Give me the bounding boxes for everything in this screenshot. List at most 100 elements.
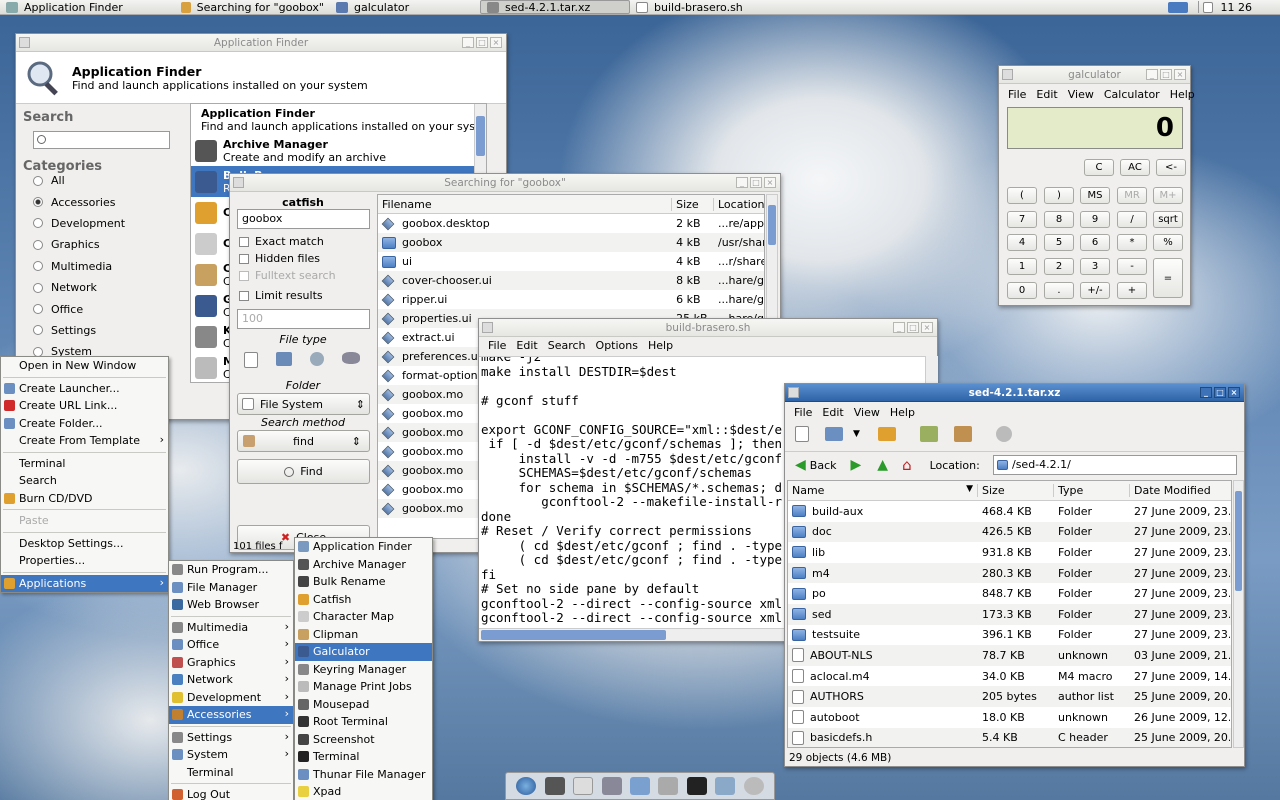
radio-button[interactable] (33, 197, 43, 208)
search-input[interactable]: goobox (237, 209, 370, 229)
menu-item[interactable]: Multimedia › (169, 619, 293, 637)
menu-item[interactable]: Keyring Manager (295, 661, 432, 679)
menu-edit[interactable]: Edit (1031, 88, 1062, 101)
document-icon[interactable] (244, 352, 258, 368)
minimize-button[interactable]: _ (462, 37, 474, 48)
chevron-down-icon[interactable]: ▼ (853, 429, 860, 439)
menu-item[interactable]: Bulk Rename (295, 573, 432, 591)
table-row[interactable]: doc 426.5 KB Folder 27 June 2009, 23... (788, 521, 1231, 543)
menu-help[interactable]: Help (643, 339, 678, 352)
location-input[interactable]: /sed-4.2.1/ (993, 455, 1237, 475)
table-row[interactable]: ripper.ui6 kB...hare/gc (378, 290, 764, 309)
calc-button[interactable]: 8 (1044, 211, 1074, 228)
calc-button[interactable]: - (1117, 258, 1147, 275)
category-item[interactable]: All (33, 170, 183, 191)
calc-button[interactable]: +/- (1080, 282, 1110, 299)
logout-icon[interactable] (743, 777, 764, 795)
menu-view[interactable]: View (1063, 88, 1099, 101)
radio-button[interactable] (33, 325, 43, 336)
method-combo[interactable]: find ⇕ (237, 430, 370, 452)
up-arrow-icon[interactable]: ▲ (877, 457, 888, 473)
menu-item[interactable]: Open in New Window (1, 357, 168, 375)
calc-button[interactable]: + (1117, 282, 1147, 299)
menu-item[interactable]: Screenshot (295, 731, 432, 749)
close-button[interactable]: × (490, 37, 502, 48)
menu-item[interactable]: Character Map (295, 608, 432, 626)
category-item[interactable]: Development (33, 213, 183, 234)
menu-calculator[interactable]: Calculator (1099, 88, 1165, 101)
menu-item[interactable]: Root Terminal (295, 713, 432, 731)
window-menu-icon[interactable] (1002, 69, 1013, 80)
task-thunar[interactable]: sed-4.2.1.tar.xz (480, 0, 630, 14)
menu-item[interactable]: Thunar File Manager (295, 766, 432, 784)
close-button[interactable]: × (1228, 387, 1240, 398)
calc-button[interactable]: 0 (1007, 282, 1037, 299)
file-scrollbar[interactable] (1233, 480, 1244, 748)
calc-button-equals[interactable]: = (1153, 258, 1183, 298)
menu-item[interactable]: Web Browser (169, 596, 293, 614)
table-row[interactable]: testsuite 396.1 KB Folder 27 June 2009, 23.… (788, 624, 1231, 646)
menu-item[interactable]: Mousepad (295, 696, 432, 714)
col-size[interactable]: Size (672, 197, 714, 211)
table-row[interactable]: sed 173.3 KB Folder 27 June 2009, 23... (788, 603, 1231, 625)
table-row[interactable]: basicdefs.h 5.4 KB C header 25 June 2009, 2… (788, 727, 1231, 747)
calc-button[interactable]: 4 (1007, 234, 1037, 251)
calc-button[interactable]: C (1084, 159, 1114, 176)
table-row[interactable]: cover-chooser.ui8 kB...hare/gc (378, 271, 764, 290)
table-row[interactable]: build-aux 468.4 KB Folder 27 June 2009, 23.… (788, 501, 1231, 522)
menu-help[interactable]: Help (1165, 88, 1200, 101)
menu-item[interactable]: Burn CD/DVD (1, 490, 168, 508)
home-icon[interactable]: ⌂ (902, 456, 912, 474)
menu-item[interactable]: Clipman (295, 626, 432, 644)
calc-button[interactable]: % (1153, 234, 1183, 251)
calc-button[interactable]: 1 (1007, 258, 1037, 275)
menu-item[interactable]: System › (169, 746, 293, 764)
category-item[interactable]: Office (33, 298, 183, 319)
calc-button[interactable]: * (1117, 234, 1147, 251)
calc-button[interactable]: 2 (1044, 258, 1074, 275)
close-button[interactable]: × (1174, 69, 1186, 80)
minimize-button[interactable]: _ (1146, 69, 1158, 80)
calc-button[interactable]: ( (1007, 187, 1037, 204)
maximize-button[interactable]: □ (907, 322, 919, 333)
menu-item[interactable]: File Manager (169, 579, 293, 597)
category-item[interactable]: Settings (33, 320, 183, 341)
radio-button[interactable] (33, 175, 43, 186)
maximize-button[interactable]: □ (1214, 387, 1226, 398)
limit-spinner[interactable]: 100 (237, 309, 370, 329)
settings-icon[interactable] (715, 777, 736, 795)
menu-item[interactable]: Create From Template › (1, 432, 168, 450)
open-icon[interactable] (825, 427, 843, 441)
menu-item[interactable]: Network › (169, 671, 293, 689)
back-button[interactable]: Back (810, 459, 837, 472)
menu-item[interactable]: Create Folder... (1, 415, 168, 433)
menu-item[interactable]: Development › (169, 689, 293, 707)
table-row[interactable]: AUTHORS 205 bytes author list 25 June 2009,… (788, 686, 1231, 707)
search-input[interactable] (33, 131, 170, 149)
menu-item[interactable]: Paste (1, 512, 168, 530)
radio-button[interactable] (33, 239, 43, 250)
minimize-button[interactable]: _ (893, 322, 905, 333)
col-location[interactable]: Location (714, 198, 764, 211)
col-date[interactable]: Date Modified (1130, 484, 1230, 497)
calc-button[interactable]: <- (1156, 159, 1186, 176)
calc-button[interactable]: 6 (1080, 234, 1110, 251)
category-item[interactable]: Accessories (33, 191, 183, 212)
add-files-icon[interactable] (919, 426, 938, 442)
category-item[interactable]: Multimedia (33, 256, 183, 277)
image-icon[interactable] (276, 352, 292, 366)
video-icon[interactable] (342, 352, 360, 364)
calc-button[interactable]: 3 (1080, 258, 1110, 275)
calc-button[interactable]: / (1117, 211, 1147, 228)
window-menu-icon[interactable] (482, 322, 493, 333)
calc-button[interactable]: 9 (1080, 211, 1110, 228)
calc-button[interactable]: 5 (1044, 234, 1074, 251)
table-row[interactable]: lib 931.8 KB Folder 27 June 2009, 23... (788, 542, 1231, 563)
mail-icon[interactable] (573, 777, 594, 795)
menu-item[interactable]: Create Launcher... (1, 380, 168, 398)
archive-icon[interactable] (658, 777, 679, 795)
close-button[interactable]: × (921, 322, 933, 333)
window-menu-icon[interactable] (19, 37, 30, 48)
add-folder-icon[interactable] (953, 426, 972, 442)
menu-item[interactable]: Catfish (295, 591, 432, 609)
